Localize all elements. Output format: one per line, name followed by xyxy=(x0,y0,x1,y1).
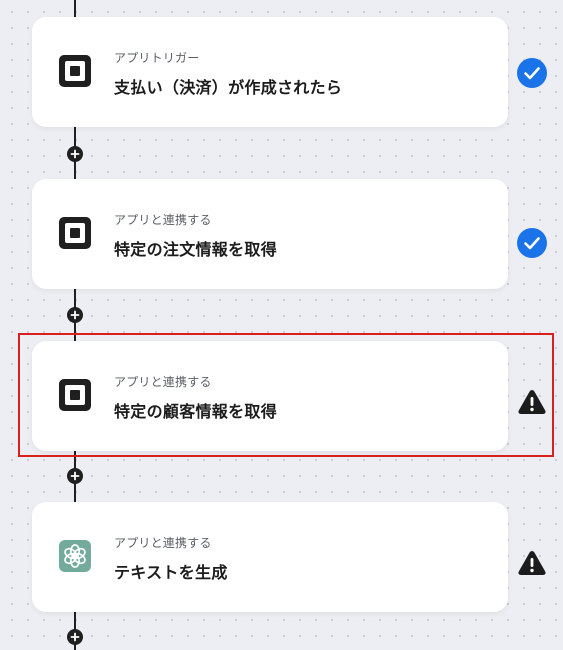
step-title: 特定の注文情報を取得 xyxy=(114,240,278,259)
plus-icon xyxy=(70,471,80,481)
step-title: テキストを生成 xyxy=(114,563,228,582)
step-title: 支払い（決済）が作成されたら xyxy=(114,78,343,97)
warning-icon xyxy=(517,548,547,578)
flow-step-card-2[interactable]: アプリと連携する 特定の注文情報を取得 xyxy=(32,179,508,289)
step-subtitle: アプリと連携する xyxy=(114,213,212,227)
square-app-icon xyxy=(59,55,91,87)
add-step-button[interactable] xyxy=(67,629,83,645)
plus-icon xyxy=(70,310,80,320)
openai-app-icon xyxy=(59,540,91,572)
plus-icon xyxy=(70,149,80,159)
check-circle-icon xyxy=(517,58,547,88)
check-circle-icon xyxy=(517,228,547,258)
flow-step-card-1[interactable]: アプリトリガー 支払い（決済）が作成されたら xyxy=(32,17,508,127)
square-app-icon xyxy=(59,217,91,249)
flow-step-card-4[interactable]: アプリと連携する テキストを生成 xyxy=(32,502,508,612)
add-step-button[interactable] xyxy=(67,307,83,323)
step-subtitle: アプリと連携する xyxy=(114,536,212,550)
step-subtitle: アプリトリガー xyxy=(114,51,200,65)
plus-icon xyxy=(70,632,80,642)
add-step-button[interactable] xyxy=(67,468,83,484)
step-highlight-frame xyxy=(18,333,554,457)
add-step-button[interactable] xyxy=(67,146,83,162)
